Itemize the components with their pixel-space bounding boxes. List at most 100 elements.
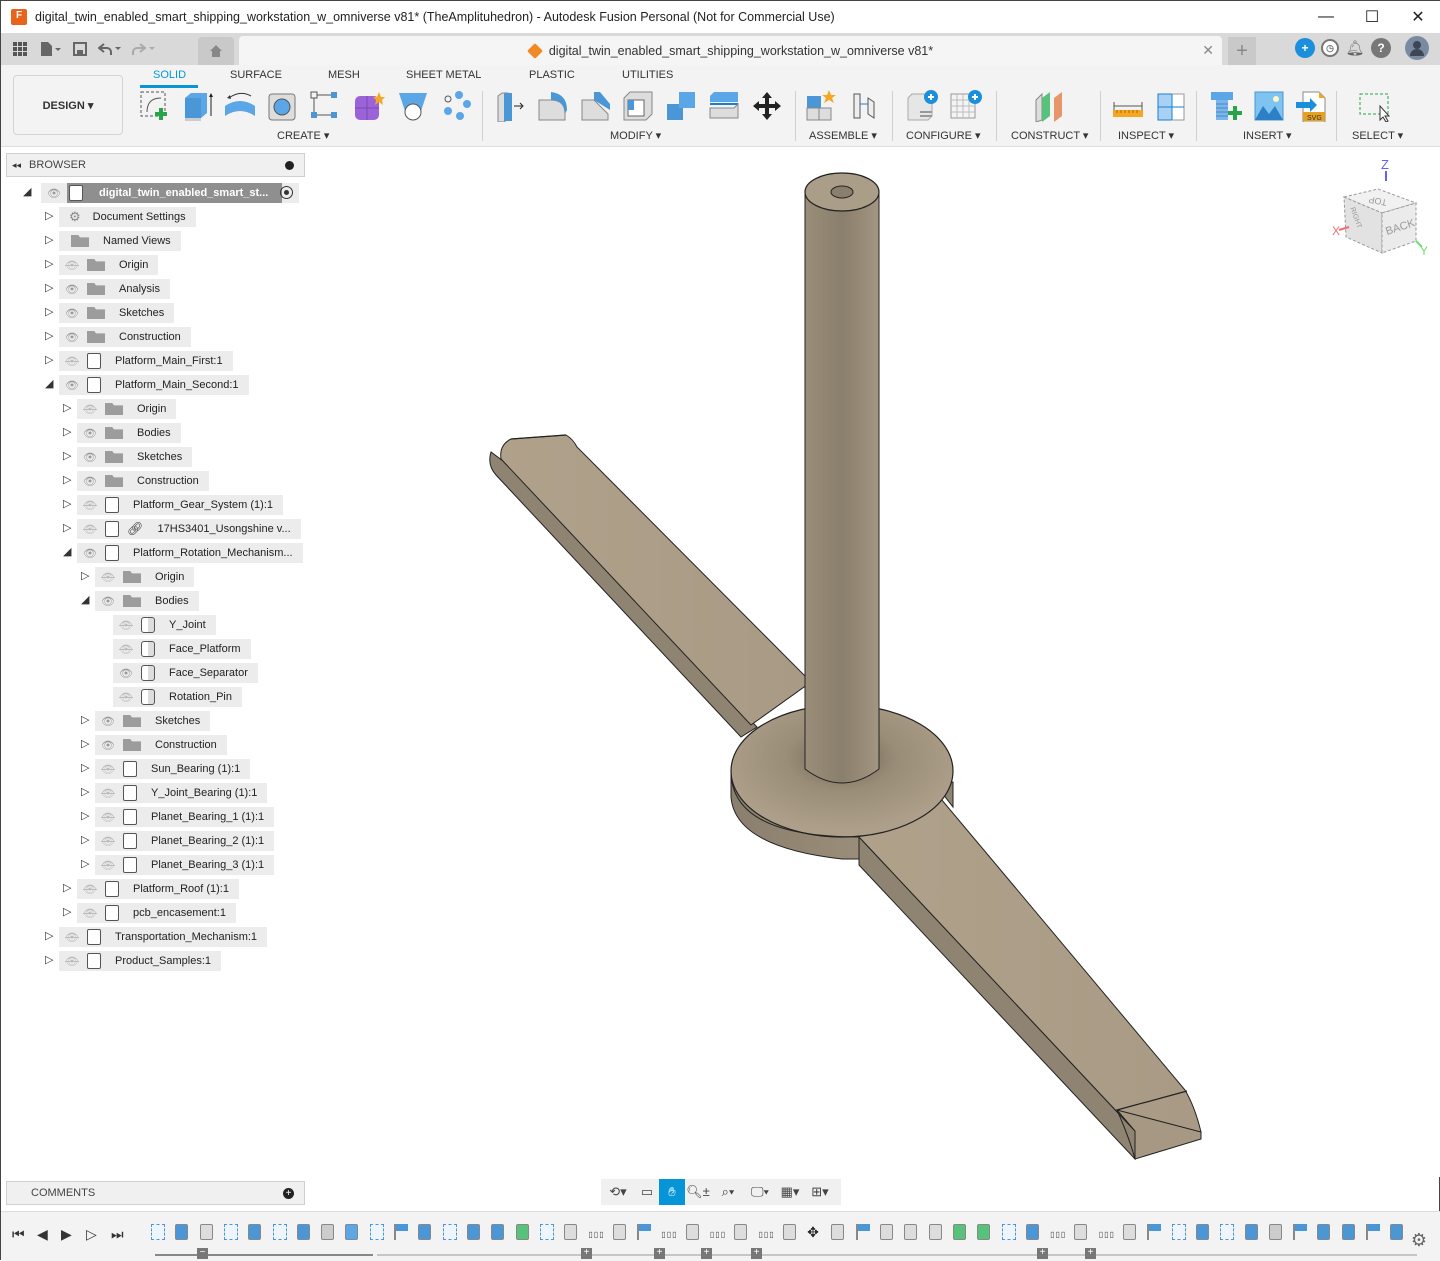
configuration-table-button[interactable]: [949, 89, 983, 123]
timeline-feature-extrude[interactable]: [1195, 1224, 1212, 1242]
timeline-feature-group[interactable]: ▯▯▯: [759, 1224, 775, 1242]
eye-visible-icon[interactable]: 👁︎: [99, 739, 117, 752]
eye-hidden-icon[interactable]: 👁︎: [117, 643, 135, 656]
expand-triangle-icon[interactable]: ▷: [45, 282, 55, 294]
timeline-feature-extrude[interactable]: [1244, 1224, 1261, 1242]
collapse-triangle-icon[interactable]: ◢: [81, 594, 91, 606]
notifications-icon[interactable]: 🔔︎: [1345, 39, 1365, 57]
timeline-feature-joint[interactable]: [782, 1224, 799, 1242]
modify-menu[interactable]: MODIFY ▾: [610, 129, 661, 142]
pattern-button[interactable]: [438, 89, 472, 123]
timeline-feature-sweep[interactable]: [952, 1224, 969, 1242]
timeline-feature-joint[interactable]: [1074, 1224, 1090, 1242]
eye-visible-icon[interactable]: 👁︎: [63, 307, 81, 320]
canvas-viewport[interactable]: Z TOP BACK RIGHT X Y: [311, 147, 1440, 1177]
close-tab-button[interactable]: ✕: [1202, 42, 1214, 59]
timeline-feature-sketch[interactable]: [1171, 1224, 1188, 1242]
viewcube[interactable]: Z TOP BACK RIGHT X Y: [1321, 155, 1431, 255]
expand-group-button[interactable]: +: [701, 1248, 712, 1259]
timeline-feature-extrude[interactable]: [296, 1224, 313, 1242]
eye-visible-icon[interactable]: 👁︎: [117, 667, 135, 680]
timeline-feature-extrude[interactable]: [491, 1224, 507, 1242]
maximize-button[interactable]: ☐: [1349, 1, 1395, 33]
eye-hidden-icon[interactable]: 👁︎: [81, 523, 99, 536]
eye-hidden-icon[interactable]: 👁︎: [81, 883, 99, 896]
eye-visible-icon[interactable]: 👁︎: [81, 427, 99, 440]
eye-hidden-icon[interactable]: 👁︎: [63, 259, 81, 272]
timeline-feature-sketch[interactable]: [272, 1224, 289, 1242]
timeline-feature-extrude[interactable]: [248, 1224, 264, 1242]
expand-triangle-icon[interactable]: ▷: [81, 762, 91, 774]
expand-triangle-icon[interactable]: ▷: [63, 426, 73, 438]
timeline-feature-group[interactable]: ▯▯▯: [1099, 1224, 1115, 1242]
tab-sheet-metal[interactable]: SHEET METAL: [406, 69, 481, 81]
timeline-feature-component[interactable]: [831, 1224, 847, 1242]
expand-group-button[interactable]: +: [581, 1248, 592, 1259]
collapse-group-button[interactable]: −: [197, 1248, 208, 1259]
revolve-button[interactable]: [223, 89, 257, 123]
expand-triangle-icon[interactable]: ▷: [45, 330, 55, 342]
timeline-last-button[interactable]: ⏭︎: [111, 1226, 124, 1243]
grid-settings-button[interactable]: ▦▾: [775, 1179, 805, 1205]
timeline-feature-sketch[interactable]: [151, 1224, 167, 1242]
expand-group-button[interactable]: +: [751, 1248, 762, 1259]
select-menu[interactable]: SELECT ▾: [1352, 129, 1403, 142]
expand-triangle-icon[interactable]: ▷: [45, 930, 55, 942]
timeline-first-button[interactable]: ⏮︎: [12, 1226, 25, 1243]
timeline-feature-fillet[interactable]: [321, 1224, 337, 1242]
timeline-feature-group[interactable]: ▯▯▯: [710, 1224, 726, 1242]
timeline-feature-sketch[interactable]: [1001, 1224, 1018, 1242]
timeline-feature-sketch[interactable]: [369, 1224, 386, 1242]
save-icon[interactable]: [67, 36, 93, 62]
undo-icon[interactable]: [93, 36, 127, 62]
job-status-icon[interactable]: ◷: [1321, 39, 1339, 57]
expand-triangle-icon[interactable]: ▷: [81, 786, 91, 798]
file-icon[interactable]: [33, 36, 67, 62]
expand-group-button[interactable]: +: [1037, 1248, 1048, 1259]
move-copy-button[interactable]: [750, 89, 784, 123]
timeline-play-button[interactable]: ▶︎: [61, 1226, 72, 1243]
timeline-feature-offset-plane[interactable]: [515, 1224, 532, 1242]
measure-button[interactable]: [1111, 89, 1145, 123]
tab-plastic[interactable]: PLASTIC: [529, 69, 575, 81]
timeline-feature-pattern[interactable]: [345, 1224, 361, 1242]
timeline-feature-plane[interactable]: [394, 1224, 410, 1242]
hole-button[interactable]: [266, 89, 300, 123]
insert-mcmaster-button[interactable]: [1209, 89, 1243, 123]
timeline-feature-extrude[interactable]: [1317, 1224, 1333, 1242]
insert-canvas-button[interactable]: [1252, 89, 1286, 123]
expand-triangle-icon[interactable]: ▷: [63, 402, 73, 414]
eye-hidden-icon[interactable]: 👁︎: [99, 571, 117, 584]
timeline-feature-joint[interactable]: [1123, 1224, 1139, 1242]
3d-model[interactable]: [311, 147, 1440, 1177]
zoom-button[interactable]: 🔍︎±: [685, 1179, 711, 1205]
minimize-button[interactable]: —: [1303, 1, 1349, 33]
new-tab-button[interactable]: +: [1228, 37, 1256, 65]
timeline-feature-joint[interactable]: [612, 1224, 629, 1242]
expand-triangle-icon[interactable]: ▷: [45, 306, 55, 318]
collapse-triangle-icon[interactable]: ◢: [23, 186, 33, 198]
tab-utilities[interactable]: UTILITIES: [622, 69, 673, 81]
expand-triangle-icon[interactable]: ▷: [45, 354, 55, 366]
expand-triangle-icon[interactable]: ▷: [63, 906, 73, 918]
home-tab[interactable]: [198, 37, 234, 65]
window-select-button[interactable]: [1358, 89, 1392, 123]
eye-hidden-icon[interactable]: 👁︎: [99, 763, 117, 776]
timeline-feature-plane[interactable]: [1366, 1224, 1382, 1242]
extrude-button[interactable]: [181, 89, 215, 123]
eye-visible-icon[interactable]: 👁︎: [63, 331, 81, 344]
eye-hidden-icon[interactable]: 👁︎: [81, 907, 99, 920]
timeline-feature-plane[interactable]: [637, 1224, 653, 1242]
eye-hidden-icon[interactable]: 👁︎: [63, 955, 81, 968]
expand-triangle-icon[interactable]: ▷: [63, 498, 73, 510]
expand-triangle-icon[interactable]: ▷: [63, 474, 73, 486]
timeline-feature-extrude[interactable]: [175, 1224, 191, 1242]
timeline-feature-plane[interactable]: [855, 1224, 872, 1242]
close-window-button[interactable]: ✕: [1395, 1, 1440, 33]
expand-triangle-icon[interactable]: ▷: [81, 738, 91, 750]
timeline-feature-extrude[interactable]: [1390, 1224, 1406, 1242]
timeline-feature-group[interactable]: ▯▯▯: [588, 1224, 604, 1242]
timeline-feature-offset-plane[interactable]: [977, 1224, 993, 1242]
eye-visible-icon[interactable]: 👁︎: [81, 547, 99, 560]
eye-visible-icon[interactable]: 👁︎: [81, 475, 99, 488]
